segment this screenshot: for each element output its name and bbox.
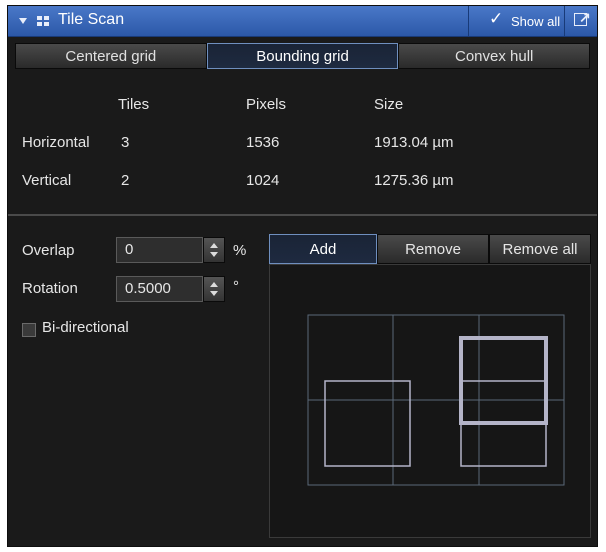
tile-scan-panel: Tile Scan ✓ Show all ↗ Centered grid Bou… [7,5,598,547]
title-divider-2 [564,6,565,36]
tab-convex-hull[interactable]: Convex hull [398,43,591,69]
overlap-input[interactable]: 0 [116,237,203,263]
show-all-toggle[interactable]: Show all [511,14,560,29]
add-button[interactable]: Add [269,234,377,264]
tile-grid-icon [37,16,49,27]
tile-outline [324,380,411,467]
stepper-up-icon[interactable] [210,282,218,287]
stepper-down-icon[interactable] [210,252,218,257]
horizontal-pixels-value: 1536 [246,134,280,151]
collapse-arrow-icon[interactable] [19,18,27,24]
column-header-tiles: Tiles [118,96,150,113]
tile-layout-canvas [307,314,565,486]
horizontal-tiles-value: 3 [121,134,130,151]
panel-title-bar: Tile Scan ✓ Show all ↗ [8,6,597,37]
overlap-stepper[interactable] [203,237,225,263]
vertical-tiles-value: 2 [121,172,130,189]
stepper-down-icon[interactable] [210,291,218,296]
overlap-label: Overlap [22,242,75,259]
panel-title: Tile Scan [58,11,125,28]
undock-arrow-icon: ↗ [579,9,591,25]
overlap-unit: % [233,242,247,259]
bi-directional-label: Bi-directional [42,319,129,336]
tab-bounding-grid[interactable]: Bounding grid [206,43,399,69]
bi-directional-checkbox[interactable] [22,323,36,337]
rotation-stepper[interactable] [203,276,225,302]
vertical-size-value: 1275.36 µm [374,172,454,189]
remove-button[interactable]: Remove [377,234,489,264]
rotation-input[interactable]: 0.5000 [116,276,203,302]
title-divider [468,6,469,36]
tab-centered-grid[interactable]: Centered grid [15,43,207,69]
vertical-pixels-value: 1024 [246,172,280,189]
rotation-label: Rotation [22,280,78,297]
remove-all-button[interactable]: Remove all [489,234,591,264]
column-header-pixels: Pixels [246,96,287,113]
rotation-unit: ° [233,278,239,295]
checkmark-icon[interactable]: ✓ [489,9,503,29]
stepper-up-icon[interactable] [210,243,218,248]
tile-layout-preview[interactable] [269,264,591,538]
horizontal-size-value: 1913.04 µm [374,134,454,151]
row-label-vertical: Vertical [22,172,72,189]
section-divider [8,214,597,216]
grid-mode-tabs: Centered grid Bounding grid Convex hull [15,43,591,69]
row-label-horizontal: Horizontal [22,134,90,151]
column-header-size: Size [374,96,404,113]
